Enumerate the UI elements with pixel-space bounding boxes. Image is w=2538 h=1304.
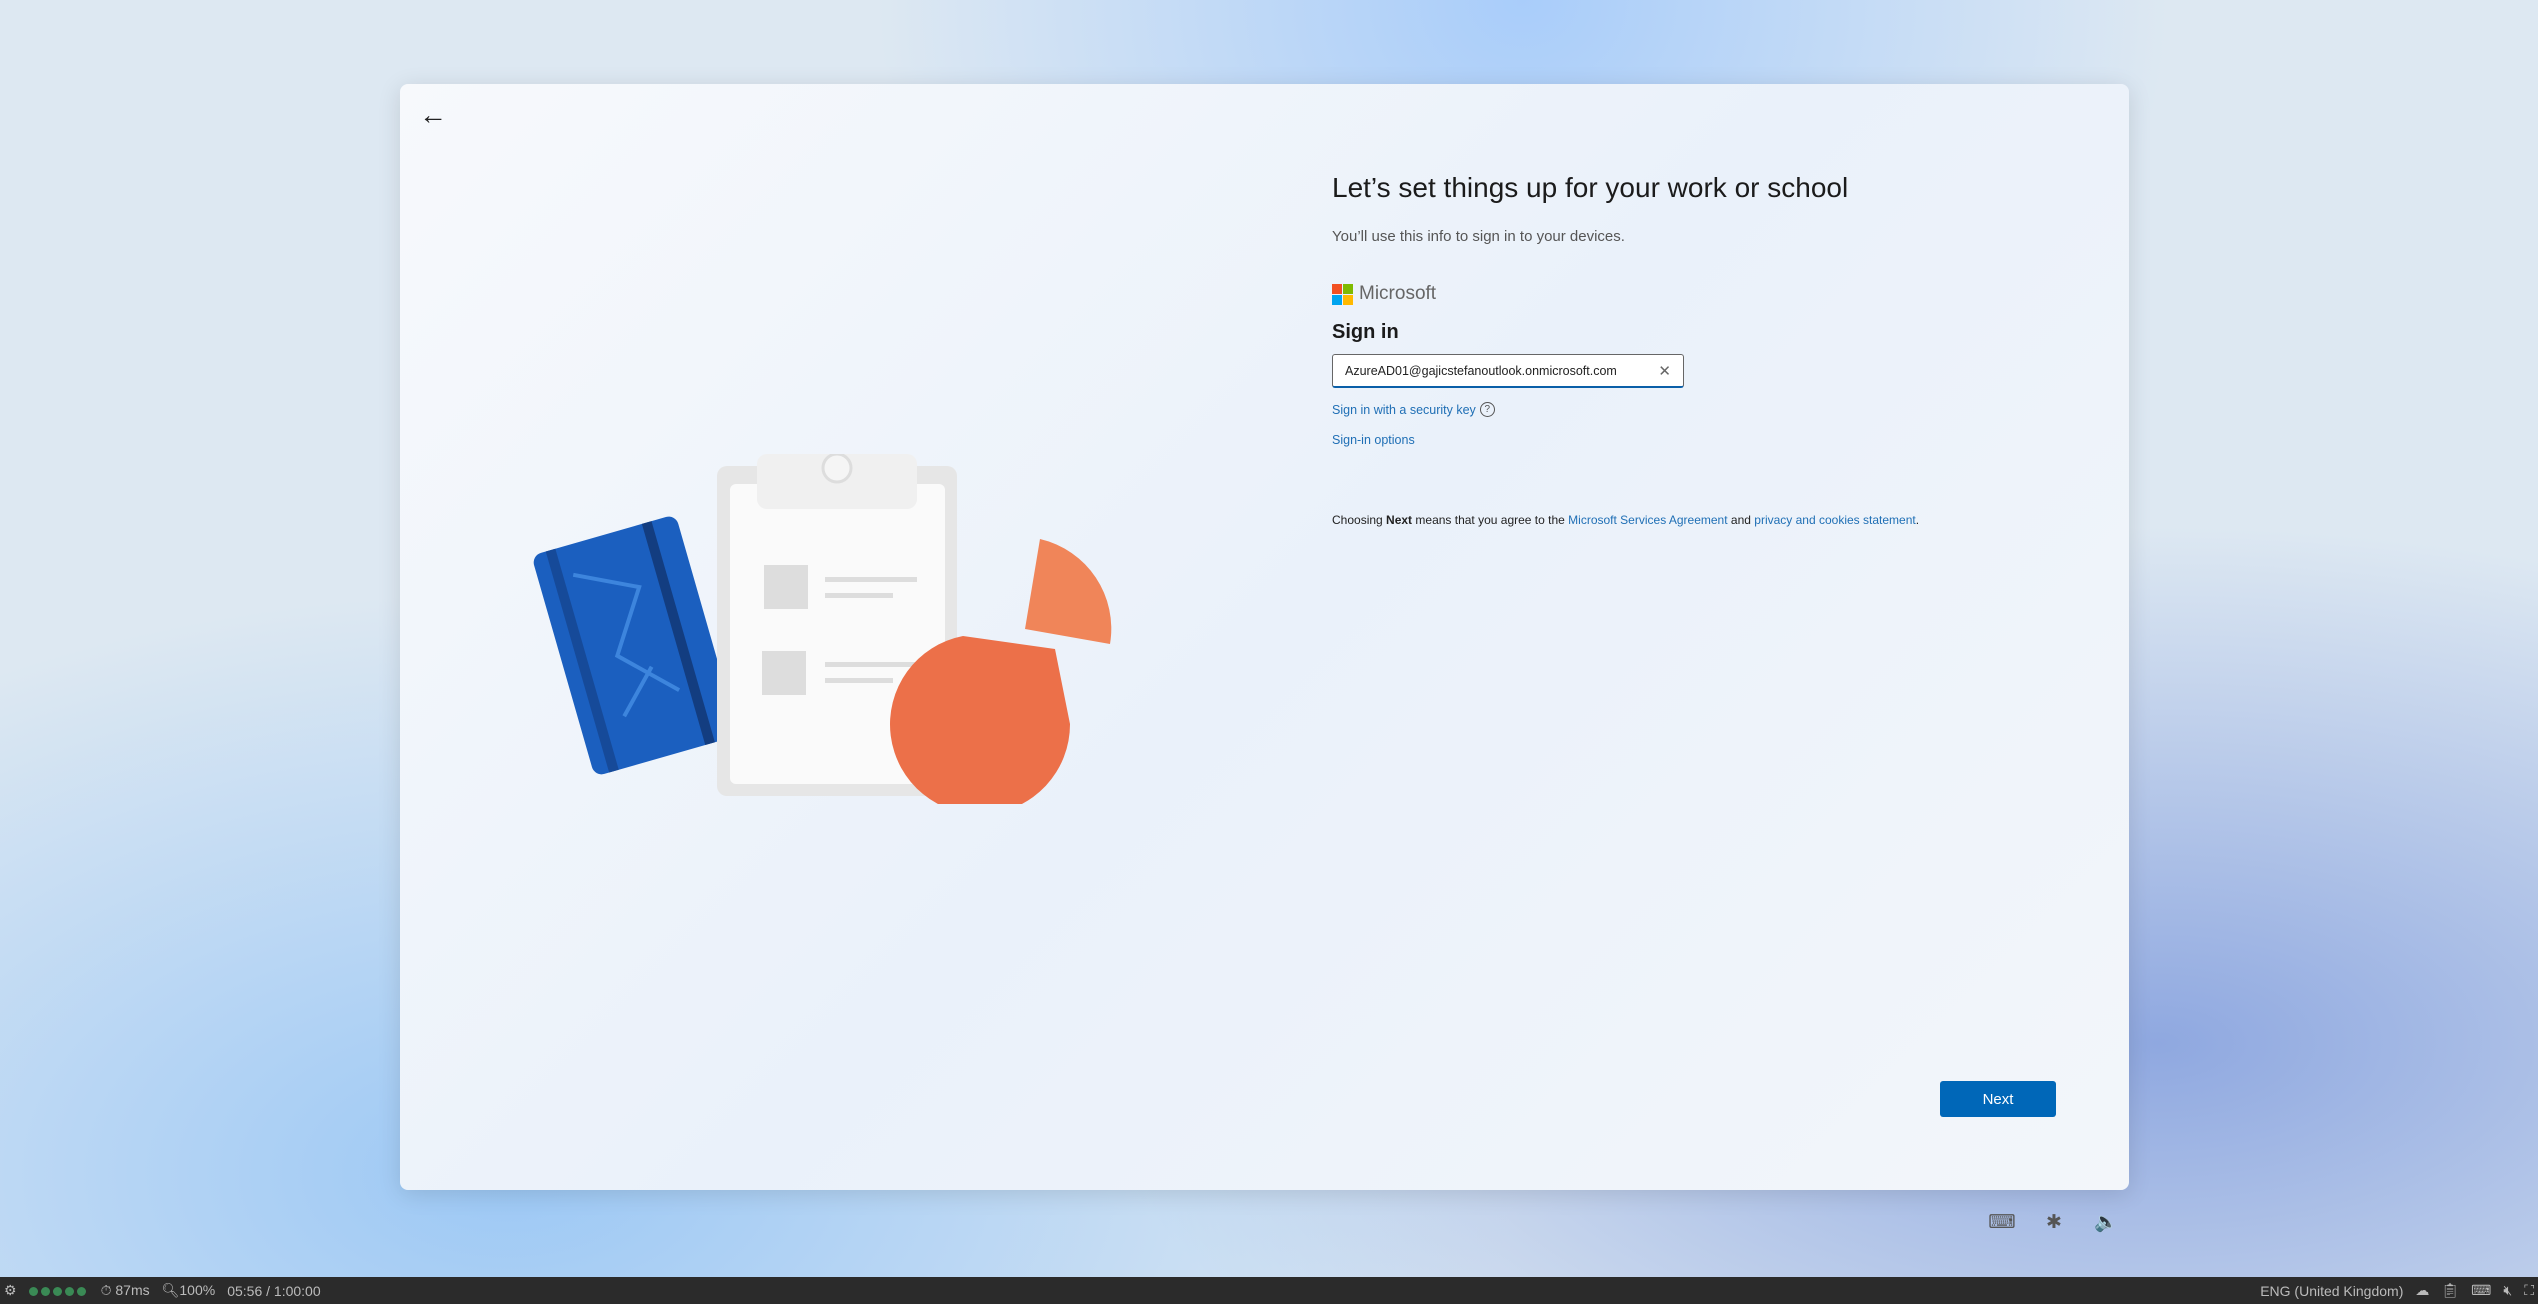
page-title: Let’s set things up for your work or sch…: [1332, 172, 1849, 203]
clear-icon[interactable]: ✕: [1658, 362, 1671, 380]
next-button[interactable]: Next: [1940, 1081, 2056, 1117]
terms-bold: Next: [1386, 513, 1413, 527]
brand-name: Microsoft: [1359, 283, 1437, 304]
fullscreen-icon[interactable]: ⛶: [2524, 1282, 2534, 1299]
accessibility-icon[interactable]: ✱: [2039, 1208, 2069, 1236]
signin-options-link[interactable]: Sign-in options: [1332, 433, 1415, 447]
microsoft-logo-icon: [1332, 283, 1353, 305]
services-agreement-link[interactable]: Microsoft Services Agreement: [1568, 513, 1727, 527]
mute-icon[interactable]: 🔇︎: [2503, 1282, 2512, 1299]
security-key-link[interactable]: Sign in with a security key: [1332, 403, 1476, 417]
keyboard-icon[interactable]: ⌨: [1987, 1208, 2017, 1236]
help-icon[interactable]: ?: [1479, 402, 1495, 417]
terms-text: Choosing Next means that you agree to th…: [1332, 513, 1919, 527]
zoom: 🔍︎100%: [161, 1282, 216, 1298]
latency: ⏱ 87ms: [100, 1282, 150, 1298]
illustration: [533, 454, 1112, 804]
connection-dots: [28, 1283, 89, 1299]
subtitle: You’ll use this info to sign in to your …: [1332, 228, 1625, 245]
keyboard-icon[interactable]: ⌨: [2471, 1282, 2491, 1299]
terms-suffix: .: [1915, 513, 1920, 527]
volume-icon[interactable]: 🔈: [2091, 1208, 2121, 1236]
settings-icon[interactable]: ⚙: [4, 1282, 17, 1299]
session-time: 05:56 / 1:00:00: [227, 1282, 321, 1299]
microsoft-brand: Microsoft: [1332, 283, 1919, 305]
back-arrow-icon[interactable]: ←: [416, 98, 450, 132]
cloud-upload-icon[interactable]: ☁: [2415, 1282, 2429, 1299]
email-field[interactable]: AzureAD01@gajicstefanoutlook.onmicrosoft…: [1332, 354, 1684, 388]
email-value[interactable]: AzureAD01@gajicstefanoutlook.onmicrosoft…: [1345, 364, 1658, 378]
terms-and: and: [1727, 513, 1755, 527]
signin-heading: Sign in: [1332, 321, 1399, 343]
clipboard-icon[interactable]: 📋︎: [2441, 1282, 2459, 1299]
zoom-value: 100%: [179, 1282, 216, 1298]
setup-window: ← Let’s set things up for your work or s…: [400, 84, 2129, 1190]
terms-prefix: Choosing: [1332, 513, 1387, 527]
terms-middle: means that you agree to the: [1412, 513, 1569, 527]
language[interactable]: ENG (United Kingdom): [2260, 1283, 2403, 1299]
notebook-image: [533, 516, 737, 775]
privacy-link[interactable]: privacy and cookies statement: [1754, 513, 1915, 527]
latency-value: 87ms: [115, 1282, 150, 1298]
status-bar: ⚙ ⏱ 87ms 🔍︎100% 05:56 / 1:00:00 ENG (Uni…: [0, 1277, 2538, 1304]
